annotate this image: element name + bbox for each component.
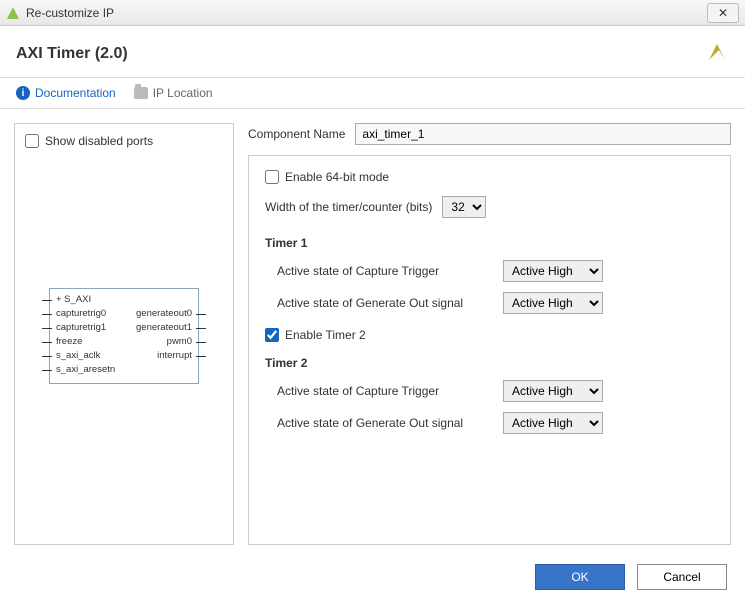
- timer1-capture-select[interactable]: Active High: [503, 260, 603, 282]
- enable-timer2-label: Enable Timer 2: [285, 328, 366, 342]
- enable-timer2[interactable]: Enable Timer 2: [265, 328, 714, 342]
- timer1-generate-row: Active state of Generate Out signal Acti…: [265, 292, 714, 314]
- timer2-capture-row: Active state of Capture Trigger Active H…: [265, 380, 714, 402]
- documentation-link[interactable]: i Documentation: [16, 86, 116, 100]
- timer2-capture-select[interactable]: Active High: [503, 380, 603, 402]
- port-left: + S_AXI: [56, 293, 91, 307]
- close-button[interactable]: ✕: [707, 3, 739, 23]
- footer: OK Cancel: [535, 564, 727, 590]
- enable-timer2-checkbox[interactable]: [265, 328, 279, 342]
- cancel-button[interactable]: Cancel: [637, 564, 727, 590]
- vendor-logo: [705, 40, 729, 67]
- toolbar: i Documentation IP Location: [0, 78, 745, 109]
- component-name-label: Component Name: [248, 127, 345, 141]
- port-left: capturetrig0: [56, 307, 106, 321]
- show-disabled-ports[interactable]: Show disabled ports: [25, 134, 223, 148]
- documentation-label: Documentation: [35, 86, 116, 100]
- show-disabled-ports-label: Show disabled ports: [45, 134, 153, 148]
- timer2-generate-select[interactable]: Active High: [503, 412, 603, 434]
- content: Show disabled ports + S_AXI capturetrig0…: [0, 109, 745, 559]
- window-title: Re-customize IP: [26, 6, 114, 20]
- port-left: s_axi_aresetn: [56, 363, 115, 377]
- timer1-title: Timer 1: [265, 236, 714, 250]
- enable-64bit[interactable]: Enable 64-bit mode: [265, 170, 714, 184]
- timer2-generate-row: Active state of Generate Out signal Acti…: [265, 412, 714, 434]
- ip-block-diagram: + S_AXI capturetrig0 generateout0 capture…: [49, 288, 199, 384]
- timer1-generate-select[interactable]: Active High: [503, 292, 603, 314]
- timer1-capture-label: Active state of Capture Trigger: [277, 264, 487, 278]
- info-icon: i: [16, 86, 30, 100]
- timer2-capture-label: Active state of Capture Trigger: [277, 384, 487, 398]
- folder-icon: [134, 87, 148, 99]
- ip-location-link[interactable]: IP Location: [134, 86, 213, 100]
- app-icon: [6, 6, 20, 20]
- enable-64bit-label: Enable 64-bit mode: [285, 170, 389, 184]
- ip-location-label: IP Location: [153, 86, 213, 100]
- port-right: pwm0: [167, 335, 192, 349]
- width-row: Width of the timer/counter (bits) 32: [265, 196, 714, 218]
- timer2-generate-label: Active state of Generate Out signal: [277, 416, 487, 430]
- show-disabled-ports-checkbox[interactable]: [25, 134, 39, 148]
- port-right: generateout0: [136, 307, 192, 321]
- header: AXI Timer (2.0): [0, 26, 745, 78]
- component-name-input[interactable]: [355, 123, 731, 145]
- width-label: Width of the timer/counter (bits): [265, 200, 432, 214]
- ok-button[interactable]: OK: [535, 564, 625, 590]
- port-right: generateout1: [136, 321, 192, 335]
- page-title: AXI Timer (2.0): [16, 45, 128, 63]
- port-left: s_axi_aclk: [56, 349, 100, 363]
- timer1-generate-label: Active state of Generate Out signal: [277, 296, 487, 310]
- enable-64bit-checkbox[interactable]: [265, 170, 279, 184]
- component-name-row: Component Name: [248, 123, 731, 145]
- port-left: capturetrig1: [56, 321, 106, 335]
- preview-panel: Show disabled ports + S_AXI capturetrig0…: [14, 123, 234, 545]
- config-box: Enable 64-bit mode Width of the timer/co…: [248, 155, 731, 545]
- timer1-capture-row: Active state of Capture Trigger Active H…: [265, 260, 714, 282]
- port-left: freeze: [56, 335, 82, 349]
- config-panel: Component Name Enable 64-bit mode Width …: [248, 123, 731, 545]
- port-right: interrupt: [157, 349, 192, 363]
- timer2-title: Timer 2: [265, 356, 714, 370]
- titlebar: Re-customize IP ✕: [0, 0, 745, 26]
- width-select[interactable]: 32: [442, 196, 486, 218]
